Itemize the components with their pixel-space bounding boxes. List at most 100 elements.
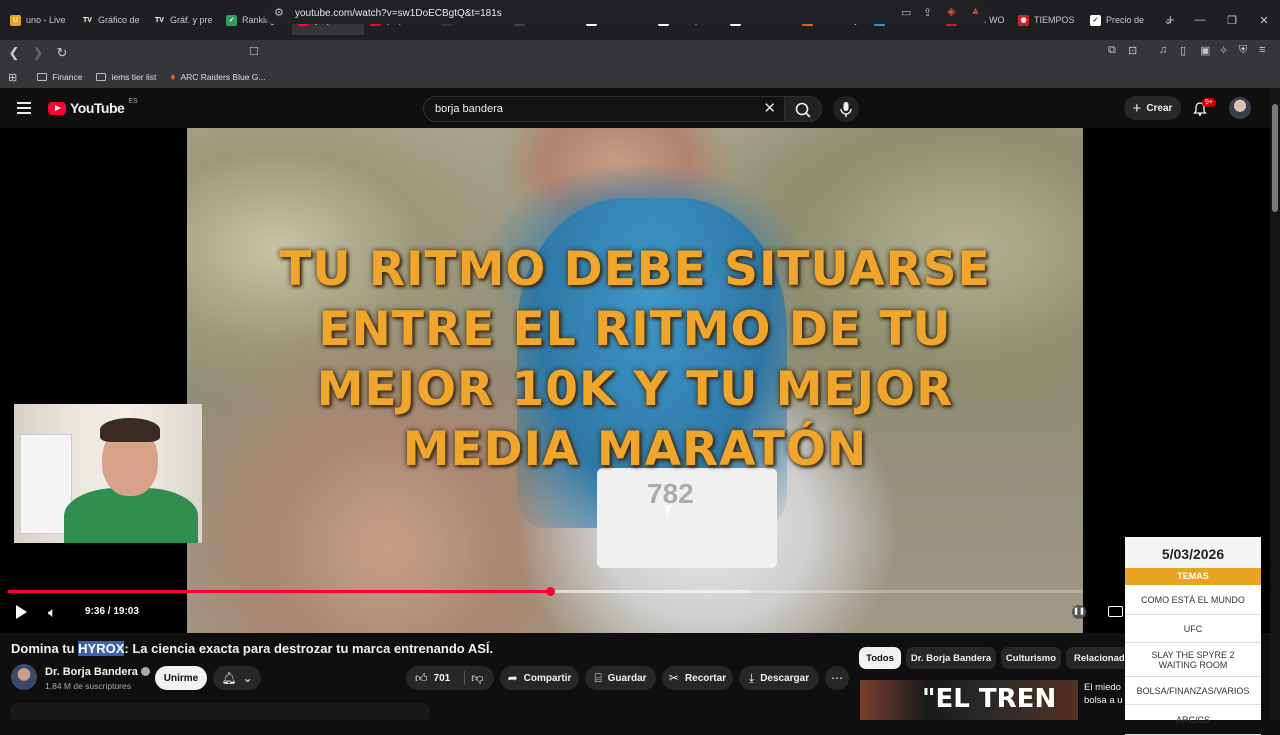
tab-favicon-icon: TV (82, 14, 93, 26)
youtube-logo[interactable]: YouTube ES (48, 98, 138, 116)
extensions-icon[interactable]: ⧉ (1108, 44, 1116, 57)
chip-all[interactable]: Todos (859, 647, 901, 669)
mouse-cursor-icon (666, 505, 672, 516)
account-avatar[interactable] (1229, 97, 1251, 119)
topic-item: BOLSA/FINANZAS/VARIOS (1125, 677, 1261, 705)
share-arrow-icon: ➦ (507, 671, 518, 685)
clip-button[interactable]: ✂ Recortar (662, 666, 733, 690)
topics-panel: 5/03/2026 TEMAS COMO ESTÁ EL MUNDO UFC S… (1125, 537, 1261, 735)
channel-name[interactable]: Dr. Borja Bandera (45, 666, 150, 678)
bookmark-iems[interactable]: iems tier list (96, 72, 156, 82)
forward-button[interactable]: ❯ (28, 45, 48, 61)
voice-search-button[interactable] (833, 96, 859, 122)
related-video-title[interactable]: El miedo bolsa a u (1084, 681, 1124, 707)
progress-played (8, 590, 550, 593)
leo-ai-icon[interactable]: ✧ (1219, 44, 1228, 57)
like-dislike-group: 👍︎ 701 👎︎ (406, 666, 494, 690)
tab-label: TIEMPOS (1034, 15, 1075, 25)
channel-avatar[interactable] (11, 664, 37, 690)
like-icon[interactable]: 👍︎ (415, 671, 428, 686)
like-count[interactable]: 701 (434, 673, 451, 684)
brave-rewards-icon[interactable]: ▲ (970, 5, 981, 17)
back-button[interactable]: ❮ (4, 45, 24, 61)
search-button[interactable] (784, 96, 822, 122)
create-button[interactable]: + Crear (1124, 96, 1181, 120)
site-info-icon[interactable]: ⚙ (274, 6, 284, 19)
description-box[interactable] (10, 703, 430, 720)
subscriber-count: 1,84 M de suscriptores (45, 681, 131, 691)
more-actions-button[interactable]: ⋯ (825, 666, 849, 690)
arc-raiders-icon: ♦ (170, 71, 176, 83)
join-button[interactable]: Unirme (155, 666, 207, 690)
progress-scrubber[interactable] (546, 587, 555, 596)
related-title-line: El miedo (1084, 682, 1121, 693)
media-icon[interactable]: ♫ (1159, 44, 1167, 56)
close-window-button[interactable]: ✕ (1248, 14, 1280, 27)
bookmark-finance[interactable]: Finance (37, 72, 82, 82)
chip-channel[interactable]: Dr. Borja Bandera (906, 647, 996, 669)
restore-button[interactable]: ❐ (1216, 14, 1248, 27)
plus-icon: + (1132, 99, 1142, 117)
subtitles-icon[interactable] (1108, 606, 1123, 617)
browser-tab[interactable]: ✓ Precio de (1084, 5, 1156, 35)
menu-icon[interactable]: ≡ (1259, 44, 1265, 56)
chip-culturismo[interactable]: Culturismo (1001, 647, 1061, 669)
topic-item: COMO ESTÁ EL MUNDO (1125, 585, 1261, 615)
vpn-icon[interactable]: ⛨ (1239, 44, 1247, 57)
save-button[interactable]: ⌸ Guardar (585, 666, 656, 690)
bookmark-arc-raiders[interactable]: ♦ ARC Raiders Blue G... (170, 72, 265, 83)
url-text: youtube.com/watch?v=sw1DoECBgtQ&t=181s (295, 7, 502, 19)
browser-tab[interactable]: TV Gráf. y pre (148, 5, 220, 35)
reload-button[interactable]: ↻ (52, 45, 72, 61)
autoplay-toggle[interactable]: ❚❚ (1072, 605, 1086, 619)
browser-tab[interactable]: ◉ TIEMPOS (1012, 5, 1084, 35)
chip-related[interactable]: Relacionado (1066, 647, 1124, 669)
race-bib: 782 (597, 468, 777, 568)
channel-name-text: Dr. Borja Bandera (45, 666, 138, 678)
page-scrollbar-thumb[interactable] (1272, 104, 1278, 212)
title-highlight: HYROX (78, 641, 125, 656)
screenshot-icon[interactable]: ⊡ (1128, 44, 1137, 57)
play-button[interactable] (16, 605, 27, 619)
bookmark-page-icon[interactable]: ☐ (249, 45, 259, 58)
tab-search-icon[interactable]: ⌄ (1152, 14, 1184, 27)
apps-grid-icon[interactable]: ⊞ (8, 71, 17, 84)
install-app-icon[interactable]: ▭ (901, 6, 911, 19)
caption-line: TU RITMO DEBE SITUARSE (279, 242, 991, 297)
share-label: Compartir (523, 672, 572, 684)
browser-tab[interactable]: TV Gráfico de (76, 5, 148, 35)
volume-icon[interactable]: 🔈︎ (48, 604, 56, 621)
bookmark-label: Finance (52, 72, 83, 82)
brave-shield-icon[interactable]: ◈ (947, 5, 955, 18)
share-icon[interactable]: ⇪ (923, 6, 932, 19)
scissors-icon: ✂ (668, 671, 679, 685)
notification-badge: 9+ (1202, 98, 1216, 107)
wallet-icon[interactable]: ▣ (1200, 44, 1210, 57)
clip-label: Recortar (684, 672, 727, 684)
search-input[interactable]: borja bandera ✕ (423, 96, 785, 122)
download-button[interactable]: ⤓ Descargar (739, 666, 819, 690)
share-button[interactable]: ➦ Compartir (500, 666, 579, 690)
caption-line: ENTRE EL RITMO DE TU (318, 302, 952, 357)
chevron-down-icon: ⌄ (242, 671, 253, 685)
related-video-thumbnail[interactable]: "EL TREN (860, 680, 1078, 720)
title-part: : La ciencia exacta para destrozar tu ma… (124, 641, 494, 656)
related-title-line: bolsa a u (1084, 695, 1123, 706)
dislike-icon[interactable]: 👎︎ (471, 671, 483, 686)
search-icon (795, 102, 811, 118)
browser-tab[interactable]: Uuno - Live (4, 5, 76, 35)
divider (464, 671, 466, 685)
youtube-play-icon (48, 101, 66, 115)
folder-icon (37, 73, 48, 81)
more-dots-icon: ⋯ (831, 671, 843, 685)
guide-menu-icon[interactable] (17, 102, 31, 117)
address-bar[interactable]: ⚙ youtube.com/watch?v=sw1DoECBgtQ&t=181s… (264, 2, 990, 24)
topic-item: SLAY THE SPYRE 2 WAITING ROOM (1125, 643, 1261, 677)
topic-item: UFC (1125, 615, 1261, 643)
clear-search-icon[interactable]: ✕ (763, 99, 776, 117)
tab-label: Precio de (1106, 15, 1145, 25)
subscribed-bell-button[interactable]: 🔔︎ ⌄ (213, 666, 261, 690)
bookmarks-bar: ⊞ Finance iems tier list ♦ ARC Raiders Bl… (0, 66, 1280, 88)
sidebar-icon[interactable]: ▯ (1180, 44, 1186, 57)
minimize-button[interactable]: — (1184, 14, 1216, 26)
